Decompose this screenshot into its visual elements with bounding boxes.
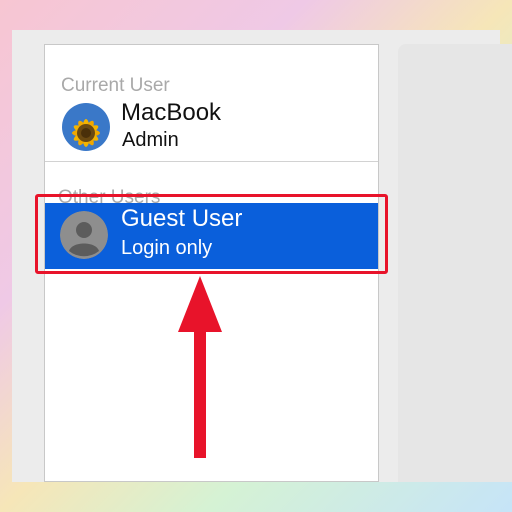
current-user-header: Current User [61,75,170,96]
user-row-macbook[interactable]: MacBook Admin [45,97,378,155]
sunflower-avatar-icon [62,103,110,151]
red-up-arrow-icon [178,276,222,458]
section-divider [45,161,378,162]
highlight-annotation-box [35,194,388,274]
user-role: Admin [122,129,179,151]
user-name: MacBook [121,99,222,126]
user-details-pane [398,44,512,482]
